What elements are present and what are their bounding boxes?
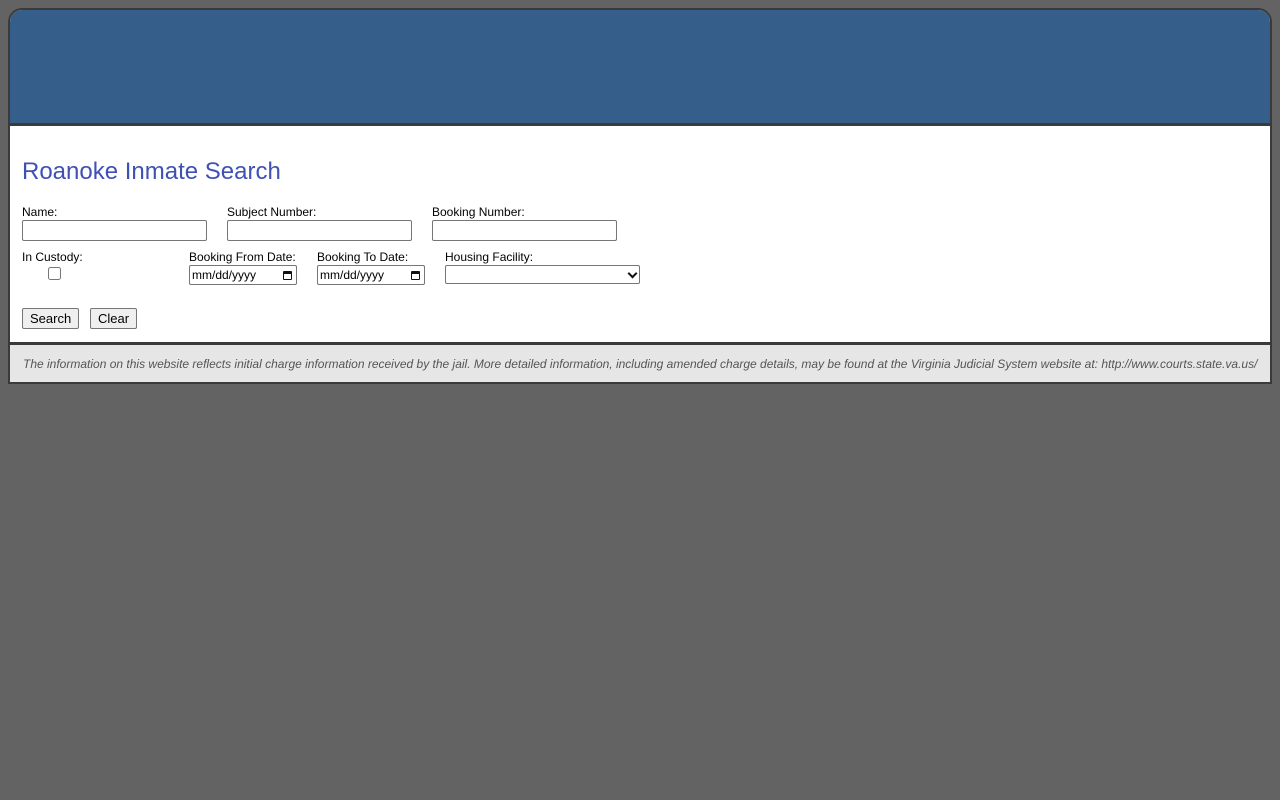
name-field-group: Name: xyxy=(22,205,207,241)
name-input[interactable] xyxy=(22,220,207,241)
subject-number-input[interactable] xyxy=(227,220,412,241)
booking-to-date-placeholder: mm/dd/yyyy xyxy=(320,268,385,282)
housing-facility-select[interactable] xyxy=(445,265,640,284)
housing-facility-label: Housing Facility: xyxy=(445,250,534,264)
booking-from-date-placeholder: mm/dd/yyyy xyxy=(192,268,257,282)
booking-to-label: Booking To Date: xyxy=(317,250,409,264)
in-custody-label: In Custody: xyxy=(22,250,83,264)
booking-to-date-input[interactable]: mm/dd/yyyy xyxy=(317,265,425,285)
booking-from-date-input[interactable]: mm/dd/yyyy xyxy=(189,265,297,285)
housing-facility-field-group: Housing Facility: xyxy=(445,250,640,284)
disclaimer-text: The information on this website reflects… xyxy=(23,356,1258,371)
booking-to-field-group: Booking To Date: mm/dd/yyyy xyxy=(317,250,425,285)
calendar-icon[interactable] xyxy=(411,270,420,280)
subject-number-field-group: Subject Number: xyxy=(227,205,412,241)
disclaimer-footer: The information on this website reflects… xyxy=(10,345,1270,382)
booking-number-label: Booking Number: xyxy=(432,205,525,219)
chevron-down-icon xyxy=(627,268,638,278)
booking-from-field-group: Booking From Date: mm/dd/yyyy xyxy=(189,250,297,285)
booking-from-label: Booking From Date: xyxy=(189,250,296,264)
header-banner xyxy=(10,10,1270,126)
page-title: Roanoke Inmate Search xyxy=(22,158,281,185)
in-custody-checkbox[interactable] xyxy=(48,267,61,280)
search-button[interactable]: Search xyxy=(22,308,80,329)
subject-number-label: Subject Number: xyxy=(227,205,317,219)
booking-number-input[interactable] xyxy=(432,220,617,241)
clear-button[interactable]: Clear xyxy=(90,308,138,329)
booking-number-field-group: Booking Number: xyxy=(432,205,617,241)
page-frame: Roanoke Inmate Search Name: Subject Numb… xyxy=(8,8,1272,384)
name-label: Name: xyxy=(22,205,58,219)
search-form: Roanoke Inmate Search Name: Subject Numb… xyxy=(10,126,1270,345)
calendar-icon[interactable] xyxy=(283,270,292,280)
in-custody-field-group: In Custody: xyxy=(22,250,83,280)
